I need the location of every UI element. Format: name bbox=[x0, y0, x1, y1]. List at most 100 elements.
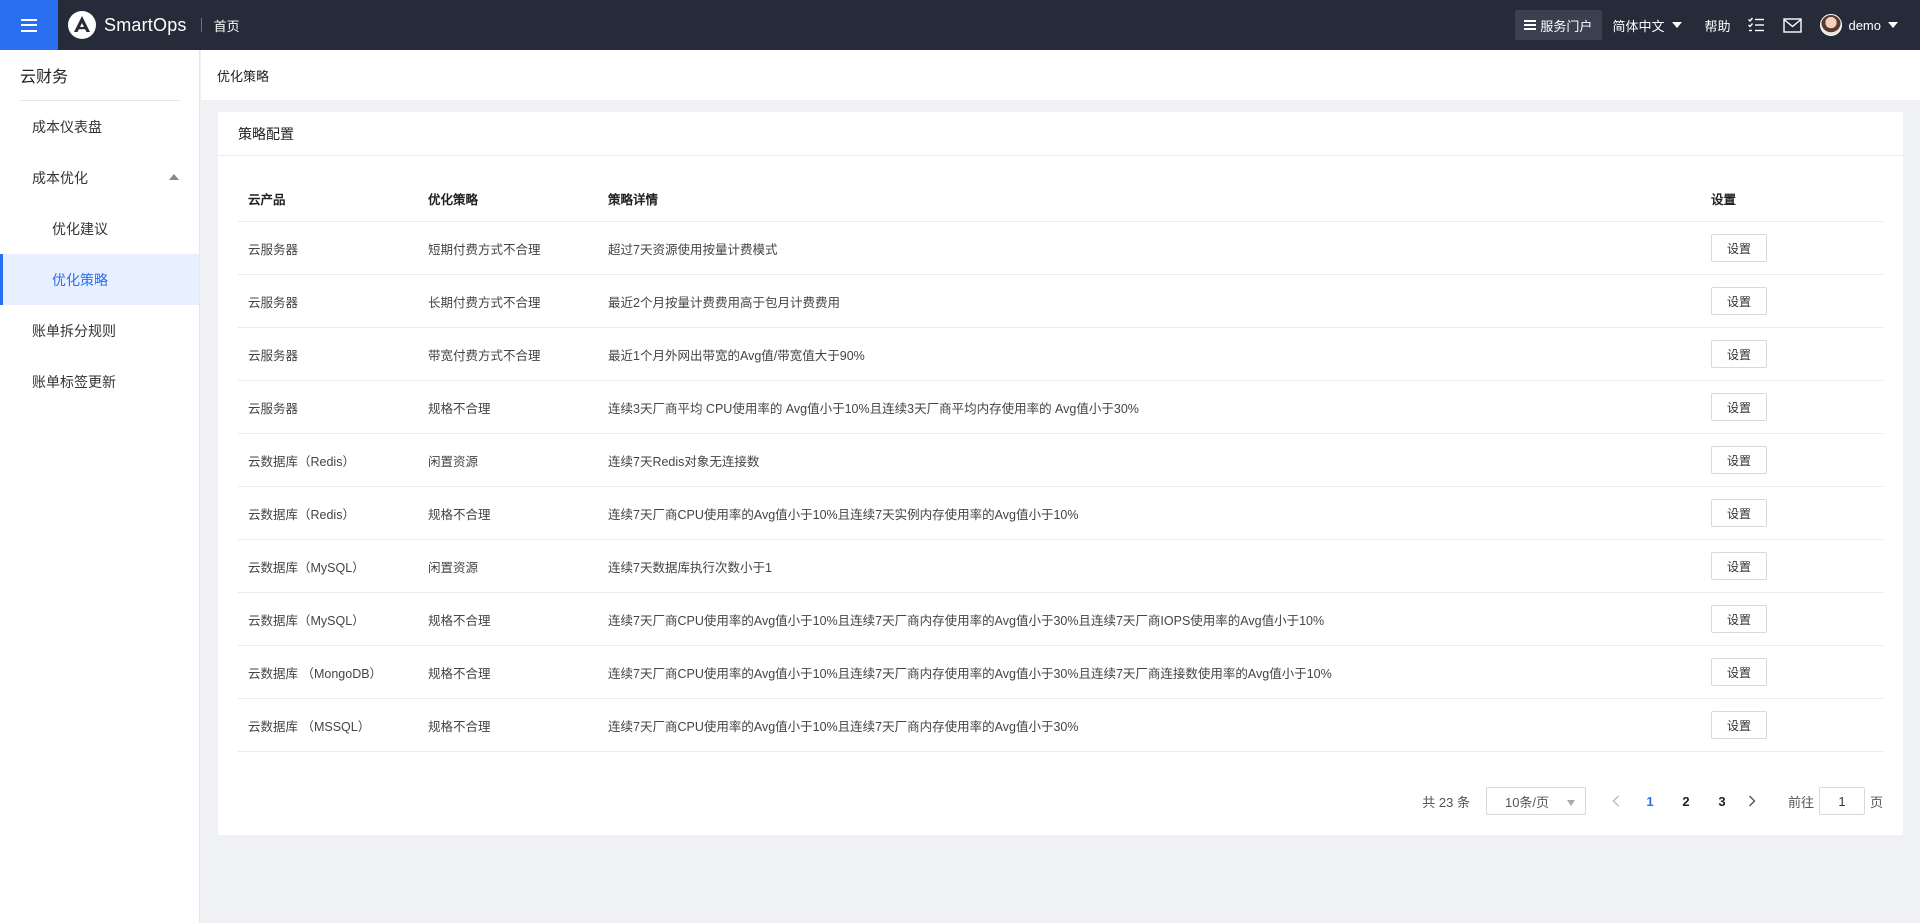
cell-product: 云数据库（MySQL） bbox=[248, 560, 365, 575]
settings-button[interactable]: 设置 bbox=[1711, 393, 1767, 421]
chevron-left-icon bbox=[1612, 795, 1619, 807]
cell-strategy: 带宽付费方式不合理 bbox=[428, 348, 541, 363]
next-page-button[interactable] bbox=[1742, 795, 1762, 807]
sidebar-item-cost-dashboard[interactable]: 成本仪表盘 bbox=[0, 101, 199, 152]
pagination: 共 23 条 10条/页 1 2 3 前往 页 bbox=[1422, 786, 1883, 816]
cell-product: 云服务器 bbox=[248, 348, 299, 363]
cell-detail: 连续7天厂商CPU使用率的Avg值小于10%且连续7天厂商内存使用率的Avg值小… bbox=[608, 719, 1079, 734]
sidebar-title: 云财务 bbox=[20, 50, 179, 101]
card-title: 策略配置 bbox=[218, 112, 1903, 156]
cell-detail: 连续7天Redis对象无连接数 bbox=[608, 454, 760, 469]
cell-product: 云数据库 （MSSQL） bbox=[248, 719, 371, 734]
cell-detail: 最近1个月外网出带宽的Avg值/带宽值大于90% bbox=[608, 348, 865, 363]
settings-button[interactable]: 设置 bbox=[1711, 711, 1767, 739]
cell-detail: 连续3天厂商平均 CPU使用率的 Avg值小于10%且连续3天厂商平均内存使用率… bbox=[608, 401, 1139, 416]
settings-button[interactable]: 设置 bbox=[1711, 340, 1767, 368]
chevron-down-icon bbox=[1888, 22, 1898, 28]
sidebar-item-bill-tag-update[interactable]: 账单标签更新 bbox=[0, 356, 199, 407]
cell-detail: 连续7天厂商CPU使用率的Avg值小于10%且连续7天实例内存使用率的Avg值小… bbox=[608, 507, 1079, 522]
top-bar: SmartOps 首页 服务门户 简体中文 帮助 demo bbox=[0, 0, 1920, 50]
table-row: 云数据库 （MSSQL） 规格不合理 连续7天厂商CPU使用率的Avg值小于10%且… bbox=[238, 699, 1883, 752]
cell-settings: 设置 bbox=[1701, 711, 1883, 739]
total-count: 共 23 条 bbox=[1422, 794, 1470, 810]
table-row: 云数据库（Redis） 闲置资源 连续7天Redis对象无连接数 设置 bbox=[238, 434, 1883, 487]
table-row: 云数据库（MySQL） 规格不合理 连续7天厂商CPU使用率的Avg值小于10%且连… bbox=[238, 593, 1883, 646]
cell-detail: 超过7天资源使用按量计费模式 bbox=[608, 242, 778, 257]
cell-product: 云数据库 （MongoDB） bbox=[248, 666, 383, 681]
table-row: 云服务器 带宽付费方式不合理 最近1个月外网出带宽的Avg值/带宽值大于90% 设置 bbox=[238, 328, 1883, 381]
cell-product: 云服务器 bbox=[248, 242, 299, 257]
cell-detail: 连续7天厂商CPU使用率的Avg值小于10%且连续7天厂商内存使用率的Avg值小… bbox=[608, 613, 1325, 628]
cell-product: 云数据库（Redis） bbox=[248, 454, 355, 469]
sidebar-item-optimization-strategy[interactable]: 优化策略 bbox=[0, 254, 199, 305]
goto-page-input[interactable] bbox=[1818, 787, 1865, 815]
prev-page-button[interactable] bbox=[1606, 795, 1626, 807]
page-title: 优化策略 bbox=[217, 68, 270, 84]
sidebar: 云财务 成本仪表盘 成本优化 优化建议 优化策略 账单拆分规则 账单标签更新 bbox=[0, 50, 200, 923]
settings-button[interactable]: 设置 bbox=[1711, 287, 1767, 315]
settings-button[interactable]: 设置 bbox=[1711, 552, 1767, 580]
cell-strategy: 短期付费方式不合理 bbox=[428, 242, 541, 257]
cell-strategy: 闲置资源 bbox=[428, 560, 479, 575]
sidebar-item-bill-split-rules[interactable]: 账单拆分规则 bbox=[0, 305, 199, 356]
strategy-table: 云产品 优化策略 策略详情 设置 云服务器 短期付费方式不合理 超过7天资源使用按量… bbox=[238, 176, 1883, 752]
user-menu[interactable]: demo bbox=[1820, 14, 1898, 36]
chevron-right-icon bbox=[1748, 795, 1756, 807]
logo[interactable]: SmartOps bbox=[68, 11, 187, 39]
page-size-select[interactable]: 10条/页 bbox=[1485, 787, 1586, 815]
settings-button[interactable]: 设置 bbox=[1711, 658, 1767, 686]
mail-icon[interactable] bbox=[1782, 15, 1802, 35]
service-portal-button[interactable]: 服务门户 bbox=[1515, 10, 1603, 40]
column-header-product: 云产品 bbox=[248, 193, 286, 207]
sidebar-item-label: 账单标签更新 bbox=[32, 373, 116, 390]
page-number-2[interactable]: 2 bbox=[1668, 794, 1704, 809]
language-select[interactable]: 简体中文 bbox=[1612, 16, 1683, 35]
cell-strategy: 规格不合理 bbox=[428, 507, 491, 522]
goto-suffix: 页 bbox=[1869, 794, 1883, 810]
task-list-icon[interactable] bbox=[1746, 15, 1766, 35]
column-header-settings: 设置 bbox=[1711, 193, 1737, 207]
cell-strategy: 规格不合理 bbox=[428, 401, 491, 416]
cell-strategy: 规格不合理 bbox=[428, 613, 491, 628]
chevron-down-icon bbox=[1672, 22, 1683, 28]
menu-toggle-button[interactable] bbox=[0, 0, 58, 50]
cell-settings: 设置 bbox=[1701, 552, 1883, 580]
table-row: 云服务器 短期付费方式不合理 超过7天资源使用按量计费模式 设置 bbox=[238, 222, 1883, 275]
page-number-1[interactable]: 1 bbox=[1632, 794, 1668, 809]
breadcrumb: 优化策略 bbox=[201, 50, 1920, 100]
settings-button[interactable]: 设置 bbox=[1711, 446, 1767, 474]
goto-page: 前往 页 bbox=[1788, 787, 1883, 815]
table-row: 云服务器 长期付费方式不合理 最近2个月按量计费费用高于包月计费费用 设置 bbox=[238, 275, 1883, 328]
settings-button[interactable]: 设置 bbox=[1711, 499, 1767, 527]
cell-strategy: 规格不合理 bbox=[428, 719, 491, 734]
cell-detail: 最近2个月按量计费费用高于包月计费费用 bbox=[608, 295, 840, 310]
cell-strategy: 长期付费方式不合理 bbox=[428, 295, 541, 310]
settings-button[interactable]: 设置 bbox=[1711, 605, 1767, 633]
list-icon bbox=[1524, 20, 1537, 30]
sidebar-item-cost-optimization[interactable]: 成本优化 bbox=[0, 152, 199, 203]
logo-icon bbox=[68, 11, 96, 39]
cell-detail: 连续7天数据库执行次数小于1 bbox=[608, 560, 772, 575]
cell-product: 云服务器 bbox=[248, 401, 299, 416]
page-number-3[interactable]: 3 bbox=[1704, 794, 1740, 809]
settings-button[interactable]: 设置 bbox=[1711, 234, 1767, 262]
table-header: 云产品 优化策略 策略详情 设置 bbox=[238, 176, 1883, 222]
sidebar-item-label: 优化策略 bbox=[52, 271, 108, 288]
cell-detail: 连续7天厂商CPU使用率的Avg值小于10%且连续7天厂商内存使用率的Avg值小… bbox=[608, 666, 1332, 681]
sidebar-item-label: 成本优化 bbox=[32, 169, 88, 186]
table-row: 云数据库 （MongoDB） 规格不合理 连续7天厂商CPU使用率的Avg值小于10… bbox=[238, 646, 1883, 699]
help-link[interactable]: 帮助 bbox=[1704, 16, 1730, 35]
cell-strategy: 闲置资源 bbox=[428, 454, 479, 469]
cell-settings: 设置 bbox=[1701, 499, 1883, 527]
column-header-strategy: 优化策略 bbox=[428, 193, 479, 207]
column-header-detail: 策略详情 bbox=[608, 193, 659, 207]
home-link[interactable]: 首页 bbox=[214, 16, 240, 35]
goto-prefix: 前往 bbox=[1787, 794, 1814, 810]
sidebar-item-label: 优化建议 bbox=[52, 220, 108, 237]
sidebar-item-optimization-suggestions[interactable]: 优化建议 bbox=[0, 203, 199, 254]
table-body: 云服务器 短期付费方式不合理 超过7天资源使用按量计费模式 设置 云服务器 长期付费方式不… bbox=[238, 222, 1883, 752]
cell-settings: 设置 bbox=[1701, 393, 1883, 421]
cell-settings: 设置 bbox=[1701, 605, 1883, 633]
cell-product: 云数据库（MySQL） bbox=[248, 613, 365, 628]
divider bbox=[200, 18, 202, 32]
